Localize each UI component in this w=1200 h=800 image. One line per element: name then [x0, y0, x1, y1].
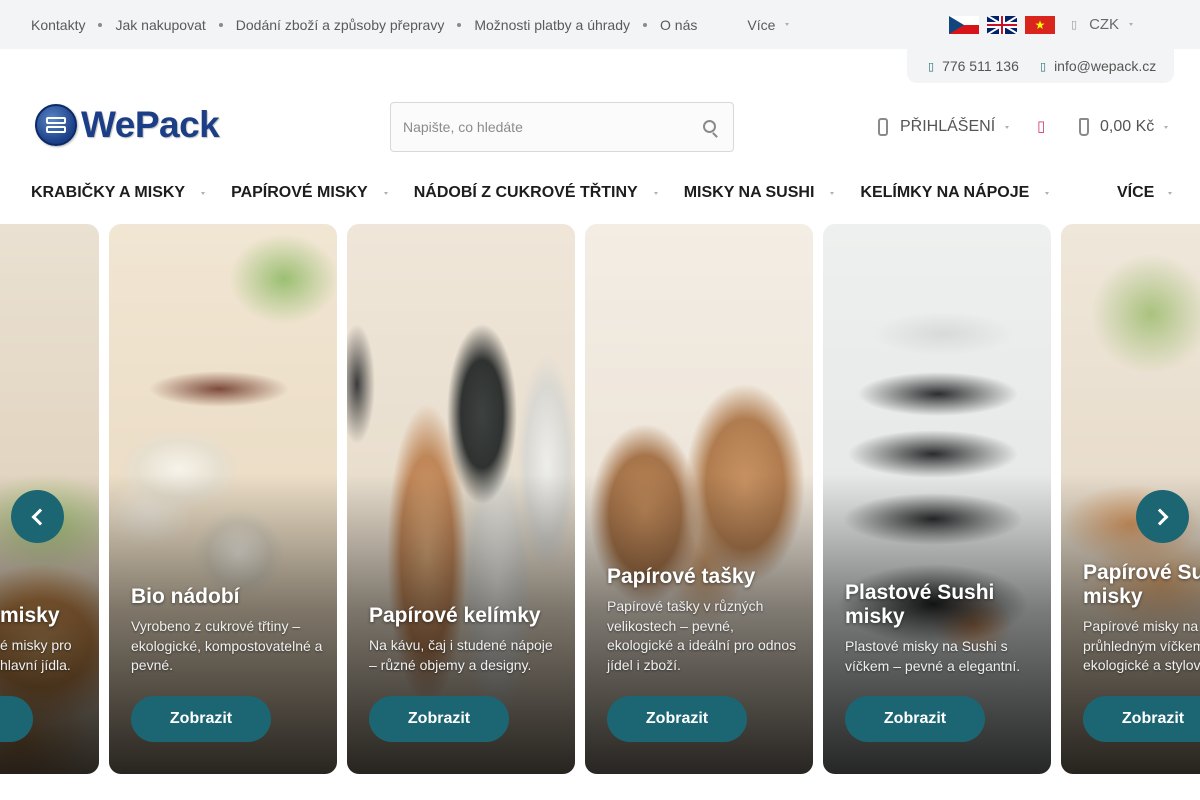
carousel-next-button[interactable] [1136, 490, 1189, 543]
logo-text: WePack [81, 104, 220, 145]
login-label: PŘIHLÁŠENÍ [900, 118, 996, 135]
card-text: Papírové Sushi misky Papírové misky na S… [1083, 561, 1200, 676]
cart-icon [1079, 118, 1089, 136]
topnav-more-label: Více [747, 16, 776, 33]
chevron-down-icon [1005, 125, 1010, 129]
uk-flag-icon[interactable] [987, 16, 1017, 34]
search-box [390, 102, 734, 152]
nav-item-label: KELÍMKY NA NÁPOJE [860, 184, 1030, 201]
carousel-card-paper-bags[interactable]: Papírové tašky Papírové tašky v různých … [585, 224, 813, 774]
contact-bar: ▯ 776 511 136 ▯ info@wepack.cz [907, 49, 1174, 83]
search-icon[interactable] [703, 120, 716, 133]
top-bar: Kontakty Jak nakupovat Dodání zboží a zp… [0, 0, 1200, 49]
chevron-down-icon [1164, 125, 1169, 129]
category-carousel: misky é misky pro hlavní jídla. Bio nádo… [0, 224, 1200, 774]
mail-icon: ▯ [1040, 60, 1047, 73]
carousel-card-plastic-sushi[interactable]: Plastové Sushi misky Plastové misky na S… [823, 224, 1051, 774]
topnav-more-dropdown[interactable]: Více [747, 16, 790, 33]
card-description: Plastové misky na Sushi s víčkem – pevné… [845, 638, 1021, 674]
card-text: Plastové Sushi misky Plastové misky na S… [845, 581, 1037, 676]
card-title: Bio nádobí [131, 585, 240, 608]
card-text: Bio nádobí Vyrobeno z cukrové třtiny – e… [131, 585, 323, 676]
nav-item-label: KRABIČKY A MISKY [31, 184, 186, 201]
vn-flag-icon[interactable]: ★ [1025, 16, 1055, 34]
chevron-down-icon [201, 191, 206, 195]
card-title: Plastové Sushi misky [845, 581, 995, 628]
separator-dot [98, 22, 103, 27]
chevron-left-icon [31, 508, 49, 525]
chevron-down-icon [1168, 191, 1173, 195]
card-show-button[interactable]: Zobrazit [369, 696, 509, 742]
carousel-card-paper-cups[interactable]: Papírové kelímky Na kávu, čaj i studené … [347, 224, 575, 774]
separator-dot [218, 22, 223, 27]
wishlist-heart-icon[interactable]: ▯ [1037, 117, 1045, 135]
card-title: misky [0, 604, 60, 627]
card-show-button[interactable]: Zobrazit [845, 696, 985, 742]
nav-more-label: VÍCE [1117, 184, 1155, 201]
phone-link[interactable]: ▯ 776 511 136 [928, 58, 1019, 74]
top-navigation: Kontakty Jak nakupovat Dodání zboží a zp… [31, 0, 790, 49]
search-input[interactable] [391, 119, 681, 135]
card-description: Papírové misky na Sushi s průhledným víč… [1083, 618, 1200, 673]
flag-cross [1001, 16, 1003, 34]
card-title: Papírové kelímky [369, 604, 541, 627]
site-logo[interactable]: WePack [35, 104, 220, 146]
cart-total: 0,00 Kč [1100, 118, 1155, 135]
topnav-link-how-to-buy[interactable]: Jak nakupovat [115, 17, 205, 33]
logo-emblem-icon [35, 104, 77, 146]
chevron-down-icon [830, 191, 835, 195]
card-show-button[interactable]: Zobrazit [131, 696, 271, 742]
phone-number: 776 511 136 [942, 58, 1019, 74]
nav-item-label: PAPÍROVÉ MISKY [231, 184, 368, 201]
chevron-down-icon [1045, 191, 1050, 195]
chevron-down-icon [383, 191, 388, 195]
nav-item-paper-bowls[interactable]: PAPÍROVÉ MISKY [231, 184, 388, 202]
nav-item-boxes-bowls[interactable]: KRABIČKY A MISKY [31, 184, 206, 202]
login-button[interactable]: PŘIHLÁŠENÍ [878, 112, 1010, 142]
chevron-down-icon [1129, 23, 1134, 26]
carousel-card-bio-tableware[interactable]: Bio nádobí Vyrobeno z cukrové třtiny – e… [109, 224, 337, 774]
logo-box-shape [46, 117, 66, 124]
language-switcher: ★ [949, 16, 1055, 34]
chevron-down-icon [653, 191, 658, 195]
card-description: é misky pro hlavní jídla. [0, 637, 72, 673]
currency-icon: ▯ [1071, 19, 1078, 31]
currency-label: CZK [1089, 16, 1120, 33]
separator-dot [643, 22, 647, 27]
cz-flag-icon[interactable] [949, 16, 979, 34]
topnav-link-contacts[interactable]: Kontakty [31, 17, 85, 33]
card-description: Papírové tašky v různých velikostech – p… [607, 598, 797, 673]
logo-box-shape [46, 126, 66, 133]
phone-icon: ▯ [928, 60, 935, 73]
email-address: info@wepack.cz [1054, 58, 1157, 74]
topnav-link-payment[interactable]: Možnosti platby a úhrady [474, 17, 630, 33]
card-text: Papírové tašky Papírové tašky v různých … [607, 565, 799, 675]
nav-item-sugarcane[interactable]: NÁDOBÍ Z CUKROVÉ TŘTINY [414, 184, 658, 202]
nav-more-dropdown[interactable]: VÍCE [1117, 184, 1173, 202]
nav-item-label: NÁDOBÍ Z CUKROVÉ TŘTINY [413, 184, 638, 201]
user-icon [878, 118, 888, 136]
card-description: Vyrobeno z cukrové třtiny – ekologické, … [131, 618, 323, 673]
card-title: Papírové Sushi misky [1083, 561, 1200, 608]
card-show-button[interactable]: Zobrazit [607, 696, 747, 742]
currency-dropdown[interactable]: ▯ CZK [1071, 0, 1134, 49]
carousel-prev-button[interactable] [11, 490, 64, 543]
nav-item-sushi-bowls[interactable]: MISKY NA SUSHI [684, 184, 835, 202]
topnav-link-about[interactable]: O nás [660, 17, 697, 33]
card-description: Na kávu, čaj i studené nápoje – různé ob… [369, 637, 553, 673]
chevron-right-icon [1151, 508, 1169, 525]
main-navigation: KRABIČKY A MISKY PAPÍROVÉ MISKY NÁDOBÍ Z… [31, 172, 1173, 214]
chevron-down-icon [785, 23, 790, 26]
nav-item-cups[interactable]: KELÍMKY NA NÁPOJE [860, 184, 1050, 202]
cart-button[interactable]: 0,00 Kč [1079, 112, 1169, 142]
topnav-link-delivery[interactable]: Dodání zboží a způsoby přepravy [236, 17, 445, 33]
nav-item-label: MISKY NA SUSHI [683, 184, 815, 201]
card-title: Papírové tašky [607, 565, 756, 588]
card-text: misky é misky pro hlavní jídla. [0, 604, 85, 675]
separator-dot [457, 22, 462, 27]
card-show-button[interactable]: Zobrazit [1083, 696, 1200, 742]
email-link[interactable]: ▯ info@wepack.cz [1040, 58, 1156, 74]
card-text: Papírové kelímky Na kávu, čaj i studené … [369, 604, 561, 675]
